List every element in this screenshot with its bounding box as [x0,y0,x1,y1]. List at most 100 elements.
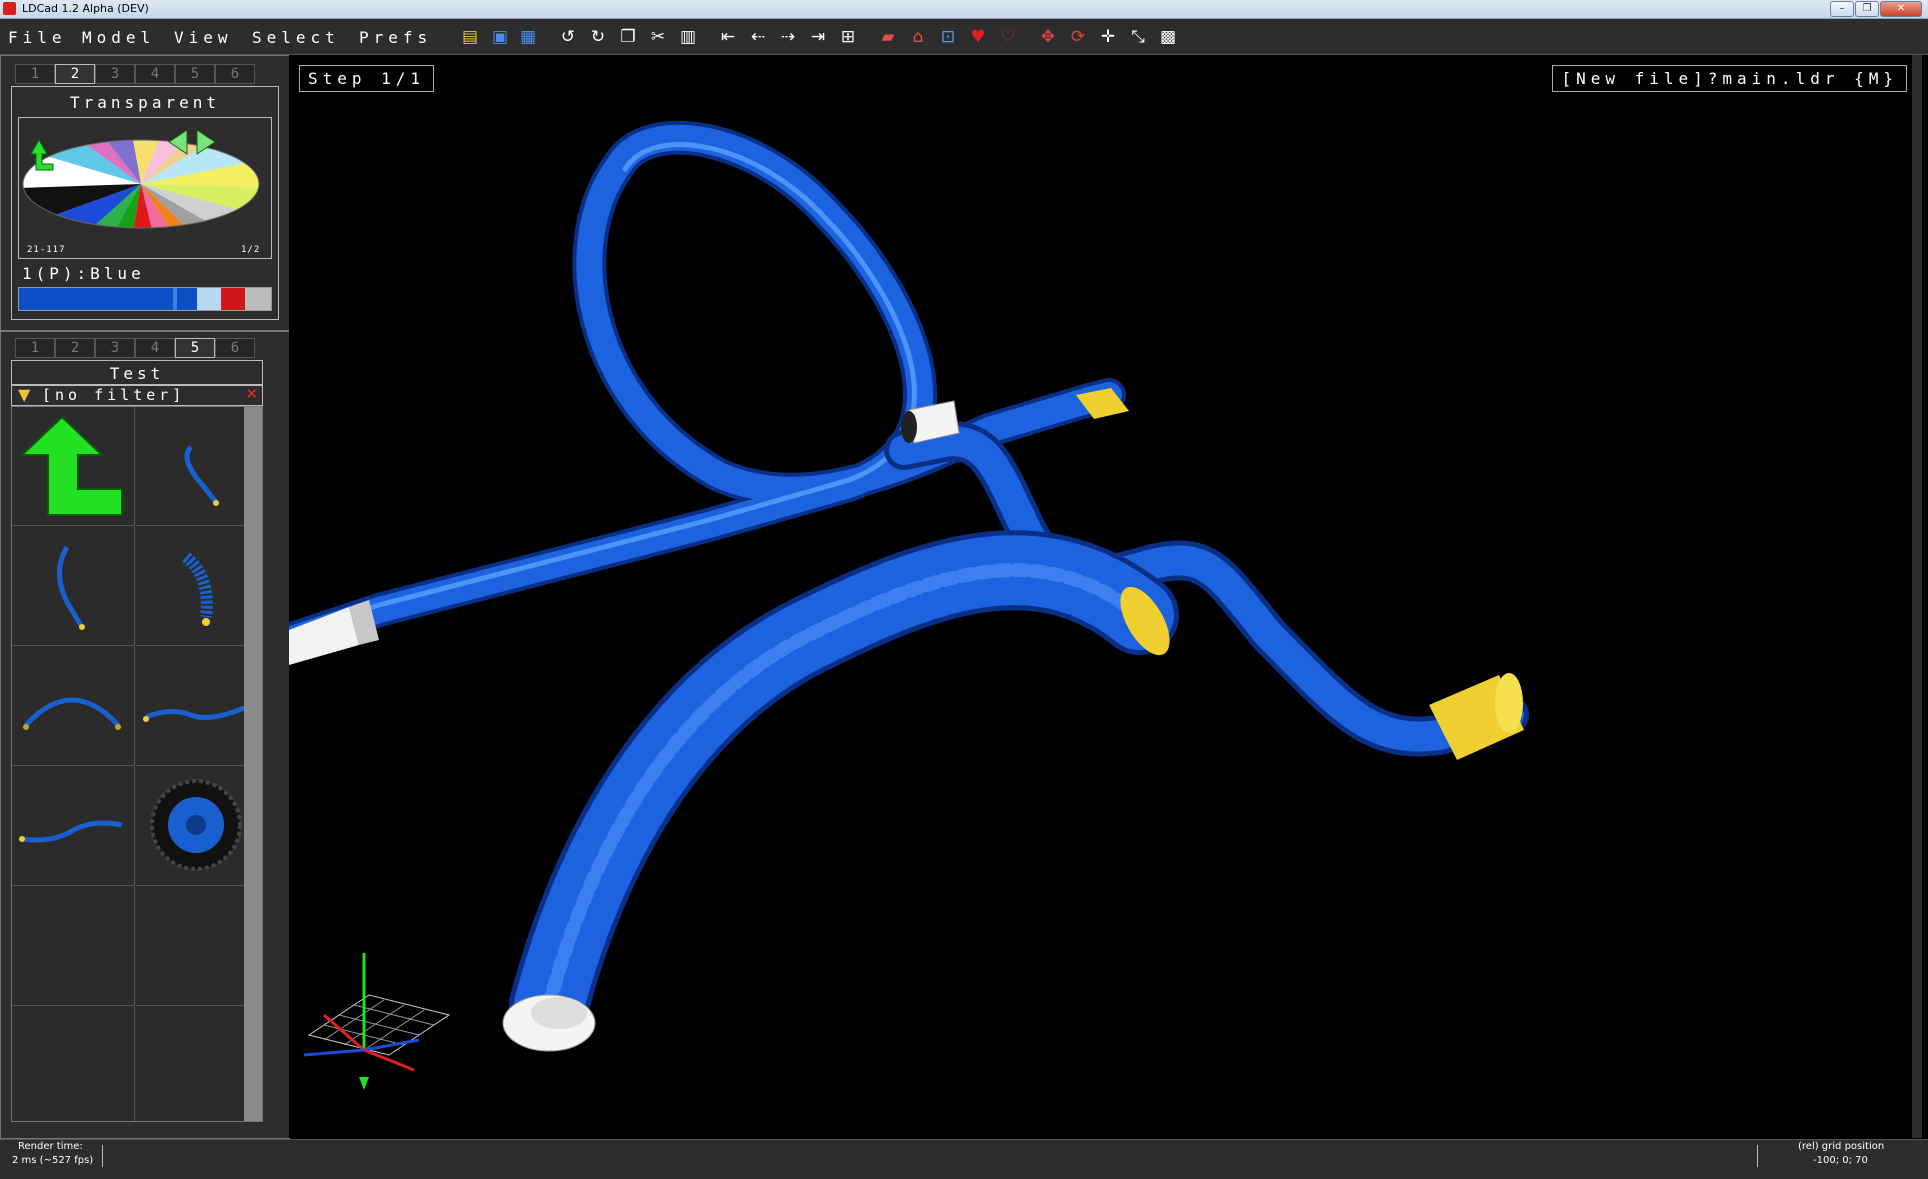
next-step-icon[interactable]: ⇢ [777,26,799,48]
statusbar: Render time: 2 ms (~527 fps) (rel) grid … [0,1139,1928,1179]
last-step-icon[interactable]: ⇥ [807,26,829,48]
parent-folder-arrow-icon [19,415,123,516]
flex-wave-thumb-icon [143,702,253,722]
part-cell-hose-1[interactable] [136,407,259,526]
filter-icon[interactable]: ▼ [18,385,30,404]
3d-viewport[interactable]: Step 1/1 [New file]?main.ldr {M} [289,55,1917,1138]
window-title: LDCad 1.2 Alpha (DEV) [22,2,149,15]
parts-tab-4[interactable]: 4 [135,338,175,358]
swatch-main[interactable] [19,288,173,310]
window-titlebar: LDCad 1.2 Alpha (DEV) – ❐ ✕ [0,0,1928,19]
parts-tab-3[interactable]: 3 [95,338,135,358]
ribbed-hose[interactable] [502,530,1180,1052]
parts-scrollbar[interactable] [244,407,262,1121]
color-bin-panel: 1 2 3 4 5 6 Transparent 21-117 1/2 1(P):… [0,55,290,331]
close-button[interactable]: ✕ [1880,1,1922,17]
status-divider [1757,1145,1758,1167]
color-tab-3[interactable]: 3 [95,64,135,84]
menu-file[interactable]: File [8,28,67,47]
copy-icon[interactable]: ❐ [617,26,639,48]
color-range-label: 21-117 [27,245,66,255]
add-step-icon[interactable]: ⊞ [837,26,859,48]
move-icon[interactable]: ✥ [1037,26,1059,48]
open-icon[interactable]: ▤ [459,26,481,48]
scale-icon[interactable]: ⤡ [1127,26,1149,48]
parts-tab-5[interactable]: 5 [175,338,215,358]
swatch-5[interactable] [245,288,271,310]
maximize-button[interactable]: ❐ [1855,1,1879,17]
color-tab-4[interactable]: 4 [135,64,175,84]
part-cell-empty [12,887,135,1006]
part-cell-wheel[interactable] [136,767,259,886]
prev-step-icon[interactable]: ⇠ [747,26,769,48]
redo-icon[interactable]: ↻ [587,26,609,48]
menu-select[interactable]: Select [252,28,340,47]
swatch-3[interactable] [197,288,221,310]
clear-filter-icon[interactable]: ✕ [245,385,258,403]
brick-home-icon[interactable]: ⌂ [907,26,929,48]
undo-icon[interactable]: ↺ [557,26,579,48]
color-page-label: 1/2 [241,245,260,255]
color-tabs: 1 2 3 4 5 6 [15,64,275,84]
parts-tab-6[interactable]: 6 [215,338,255,358]
parts-tab-1[interactable]: 1 [15,338,55,358]
color-wheel[interactable]: 21-117 1/2 [19,118,271,258]
parts-tabs: 1 2 3 4 5 6 [15,338,275,358]
hose-loop-thumb-icon [57,545,85,630]
move-all-icon[interactable]: ✛ [1097,26,1119,48]
part-cell-ribbed-hose[interactable] [136,527,259,646]
hose-thumb-icon [184,445,219,506]
parts-bin-panel: 1 2 3 4 5 6 Test ▼ [no filter] ✕ [0,331,290,1139]
parts-group-title-box: Test [11,360,263,386]
brick-add-icon[interactable]: ▰ [877,26,899,48]
part-cell-hose-2[interactable] [12,527,135,646]
swatch-4[interactable] [221,288,245,310]
wheel-thumb-icon [150,779,242,871]
render-time-label: Render time: [18,1141,83,1152]
grid-position-value: -100; 0; 70 [1813,1155,1868,1166]
part-cell-empty [12,1007,135,1121]
filter-text[interactable]: [no filter] [42,386,185,404]
paste-icon[interactable]: ▥ [677,26,699,48]
app-icon [3,2,16,15]
color-wheel-box: 21-117 1/2 [18,117,272,259]
rotate-icon[interactable]: ⟳ [1067,26,1089,48]
grid-relative-icon[interactable]: ⊡ [937,26,959,48]
flex-straight-thumb-icon [19,820,123,843]
save-all-icon[interactable]: ▦ [517,26,539,48]
color-tab-1[interactable]: 1 [15,64,55,84]
swatch-2[interactable] [177,288,197,310]
parts-grid [11,406,263,1122]
color-tab-6[interactable]: 6 [215,64,255,84]
color-swatch-bar [18,287,272,311]
filter-bar: ▼ [no filter] ✕ [11,384,263,406]
heart-remove-icon[interactable]: ♡ [997,26,1019,48]
color-group-title: Transparent [70,93,220,112]
parts-tab-2[interactable]: 2 [55,338,95,358]
render-time-value: 2 ms (~527 fps) [12,1155,94,1166]
first-step-icon[interactable]: ⇤ [717,26,739,48]
color-tab-5[interactable]: 5 [175,64,215,84]
part-cell-parent[interactable] [12,407,135,526]
part-cell-flex-straight[interactable] [12,767,135,886]
selected-color-label: 1(P):Blue [22,264,145,283]
part-cell-flex-wave[interactable] [136,647,259,766]
menu-prefs[interactable]: Prefs [359,28,432,47]
menu-model[interactable]: Model [82,28,155,47]
grid-position-label: (rel) grid position [1798,1141,1885,1152]
minimize-button[interactable]: – [1830,1,1854,17]
grid-icon[interactable]: ▩ [1157,26,1179,48]
heart-icon[interactable]: ♥ [967,26,989,48]
right-scrollbar[interactable] [1912,55,1922,1138]
ribbed-hose-thumb-icon [182,552,213,626]
part-cell-flex-arc[interactable] [12,647,135,766]
menu-view[interactable]: View [174,28,233,47]
color-tab-2[interactable]: 2 [55,64,95,84]
step-indicator: Step 1/1 [299,65,435,92]
color-bin-frame: Transparent 21-117 1/2 1(P):Blue [11,86,279,320]
color-wheel-slices [23,140,259,228]
parts-group-title: Test [109,364,165,383]
model-render [289,120,1529,1090]
save-icon[interactable]: ▣ [489,26,511,48]
cut-icon[interactable]: ✂ [647,26,669,48]
